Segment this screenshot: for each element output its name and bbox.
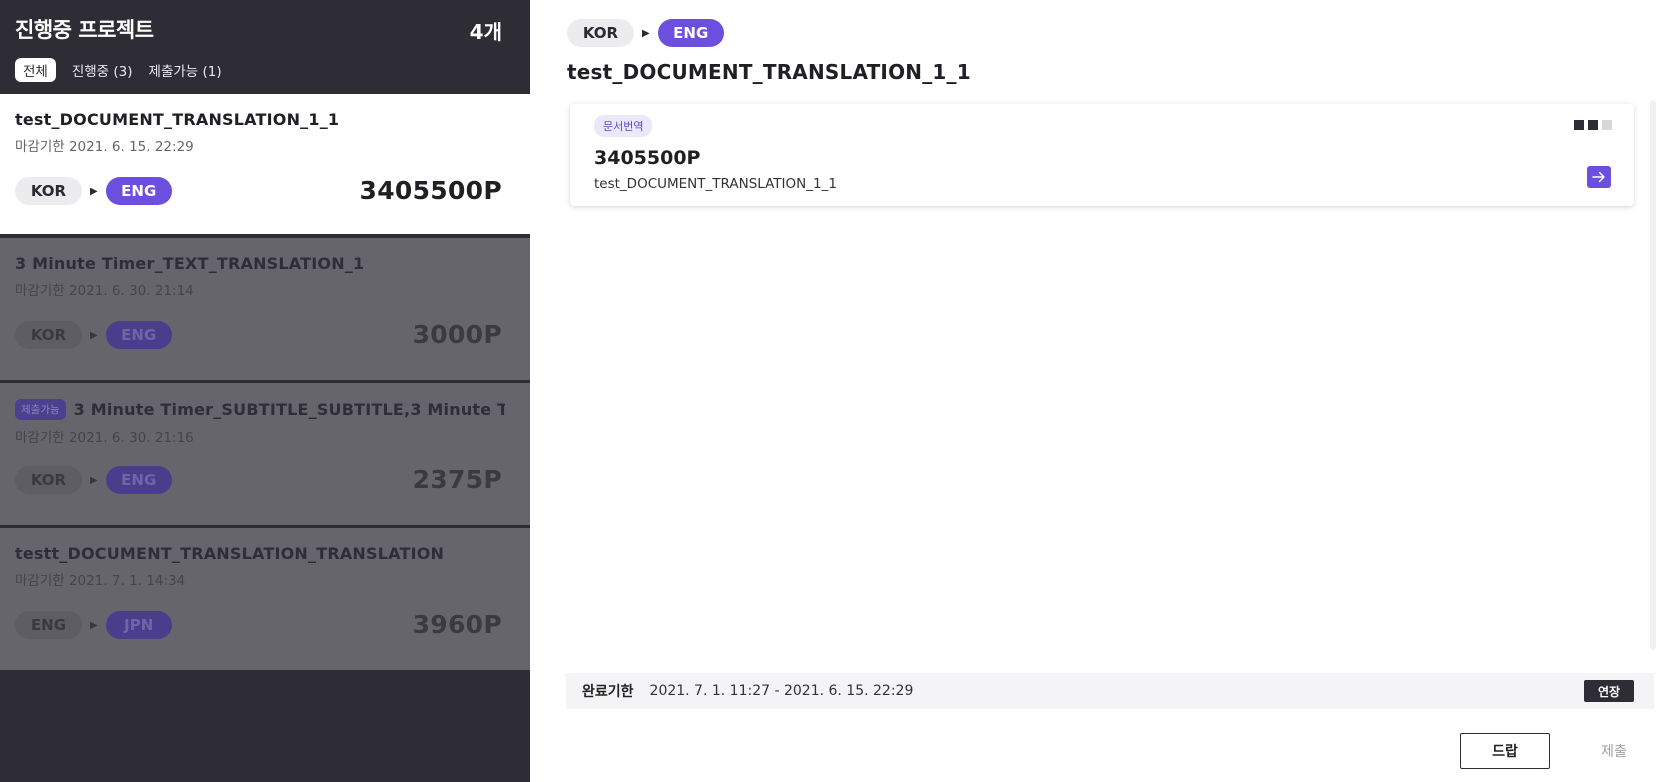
filter-tabs: 전체 진행중 (3) 제출가능 (1)	[15, 58, 515, 82]
target-language: ENG	[105, 321, 172, 349]
arrow-right-icon: ▶	[90, 474, 98, 486]
project-title: 제출가능 3 Minute Timer_SUBTITLE_SUBTITLE,3 …	[15, 399, 505, 420]
source-language: KOR	[15, 321, 82, 349]
progress-step-done	[1588, 120, 1598, 130]
detail-source-language: KOR	[567, 19, 634, 47]
source-language: KOR	[15, 466, 82, 494]
progress-step-pending	[1602, 120, 1612, 130]
project-title: testt_DOCUMENT_TRANSLATION_TRANSLATION	[15, 544, 505, 563]
project-title: 3 Minute Timer_TEXT_TRANSLATION_1	[15, 254, 505, 273]
project-count: 4개	[469, 20, 502, 44]
scrollbar[interactable]	[1650, 100, 1656, 650]
project-card[interactable]: test_DOCUMENT_TRANSLATION_1_1 마감기한 2021.…	[0, 94, 530, 234]
project-card[interactable]: 제출가능 3 Minute Timer_SUBTITLE_SUBTITLE,3 …	[0, 383, 530, 525]
target-language: ENG	[105, 177, 172, 205]
project-deadline: 마감기한 2021. 6. 30. 21:14	[15, 283, 194, 299]
project-title-text: 3 Minute Timer_SUBTITLE_SUBTITLE,3 Minut…	[73, 400, 505, 419]
completion-deadline-value: 2021. 7. 1. 11:27 - 2021. 6. 15. 22:29	[649, 683, 914, 699]
task-points: 3405500P	[594, 147, 701, 169]
target-language: ENG	[105, 466, 172, 494]
detail-language-pair: KOR ▶ ENG	[567, 19, 724, 47]
project-sidebar: 진행중 프로젝트 4개 전체 진행중 (3) 제출가능 (1) test_DOC…	[0, 0, 530, 782]
project-title: test_DOCUMENT_TRANSLATION_1_1	[15, 110, 505, 129]
arrow-right-icon: ▶	[642, 27, 650, 39]
project-detail: KOR ▶ ENG test_DOCUMENT_TRANSLATION_1_1 …	[530, 0, 1658, 782]
completion-deadline-label: 완료기한	[582, 684, 634, 700]
target-language: JPN	[105, 611, 172, 639]
language-pair: ENG ▶ JPN	[15, 611, 172, 639]
task-name: test_DOCUMENT_TRANSLATION_1_1	[594, 176, 837, 192]
submit-button[interactable]: 제출	[1584, 733, 1644, 769]
project-title-text: testt_DOCUMENT_TRANSLATION_TRANSLATION	[15, 544, 445, 563]
arrow-right-icon: ▶	[90, 619, 98, 631]
app-root: 진행중 프로젝트 4개 전체 진행중 (3) 제출가능 (1) test_DOC…	[0, 0, 1658, 782]
submittable-badge: 제출가능	[15, 399, 66, 420]
language-pair: KOR ▶ ENG	[15, 466, 172, 494]
completion-deadline-bar: 완료기한 2021. 7. 1. 11:27 - 2021. 6. 15. 22…	[566, 673, 1654, 709]
filter-in-progress[interactable]: 진행중 (3)	[72, 58, 133, 82]
filter-submittable[interactable]: 제출가능 (1)	[149, 58, 222, 82]
project-deadline: 마감기한 2021. 6. 30. 21:16	[15, 430, 194, 446]
progress-steps	[1574, 120, 1612, 130]
drop-button[interactable]: 드랍	[1460, 733, 1550, 769]
task-type-tag: 문서번역	[594, 115, 653, 137]
arrow-right-icon: ▶	[90, 185, 98, 197]
project-title-text: 3 Minute Timer_TEXT_TRANSLATION_1	[15, 254, 365, 273]
project-points: 2375P	[412, 465, 502, 494]
project-points: 3000P	[412, 320, 502, 349]
project-points: 3405500P	[359, 176, 502, 205]
filter-all[interactable]: 전체	[15, 58, 56, 82]
sidebar-header: 진행중 프로젝트 4개 전체 진행중 (3) 제출가능 (1)	[0, 0, 530, 94]
progress-step-done	[1574, 120, 1584, 130]
source-language: ENG	[15, 611, 82, 639]
open-task-button[interactable]	[1587, 166, 1611, 188]
language-pair: KOR ▶ ENG	[15, 177, 172, 205]
project-card[interactable]: 3 Minute Timer_TEXT_TRANSLATION_1 마감기한 2…	[0, 238, 530, 380]
project-deadline: 마감기한 2021. 6. 15. 22:29	[15, 139, 194, 155]
project-title-text: test_DOCUMENT_TRANSLATION_1_1	[15, 110, 340, 129]
language-pair: KOR ▶ ENG	[15, 321, 172, 349]
project-card[interactable]: testt_DOCUMENT_TRANSLATION_TRANSLATION 마…	[0, 528, 530, 670]
source-language: KOR	[15, 177, 82, 205]
extend-button[interactable]: 연장	[1584, 680, 1634, 702]
detail-title: test_DOCUMENT_TRANSLATION_1_1	[567, 60, 971, 84]
arrow-right-icon	[1592, 171, 1605, 183]
project-points: 3960P	[412, 610, 502, 639]
project-deadline: 마감기한 2021. 7. 1. 14:34	[15, 573, 186, 589]
task-card[interactable]: 문서번역 3405500P test_DOCUMENT_TRANSLATION_…	[570, 104, 1634, 206]
arrow-right-icon: ▶	[90, 329, 98, 341]
detail-target-language: ENG	[657, 19, 724, 47]
sidebar-title: 진행중 프로젝트	[15, 18, 154, 42]
